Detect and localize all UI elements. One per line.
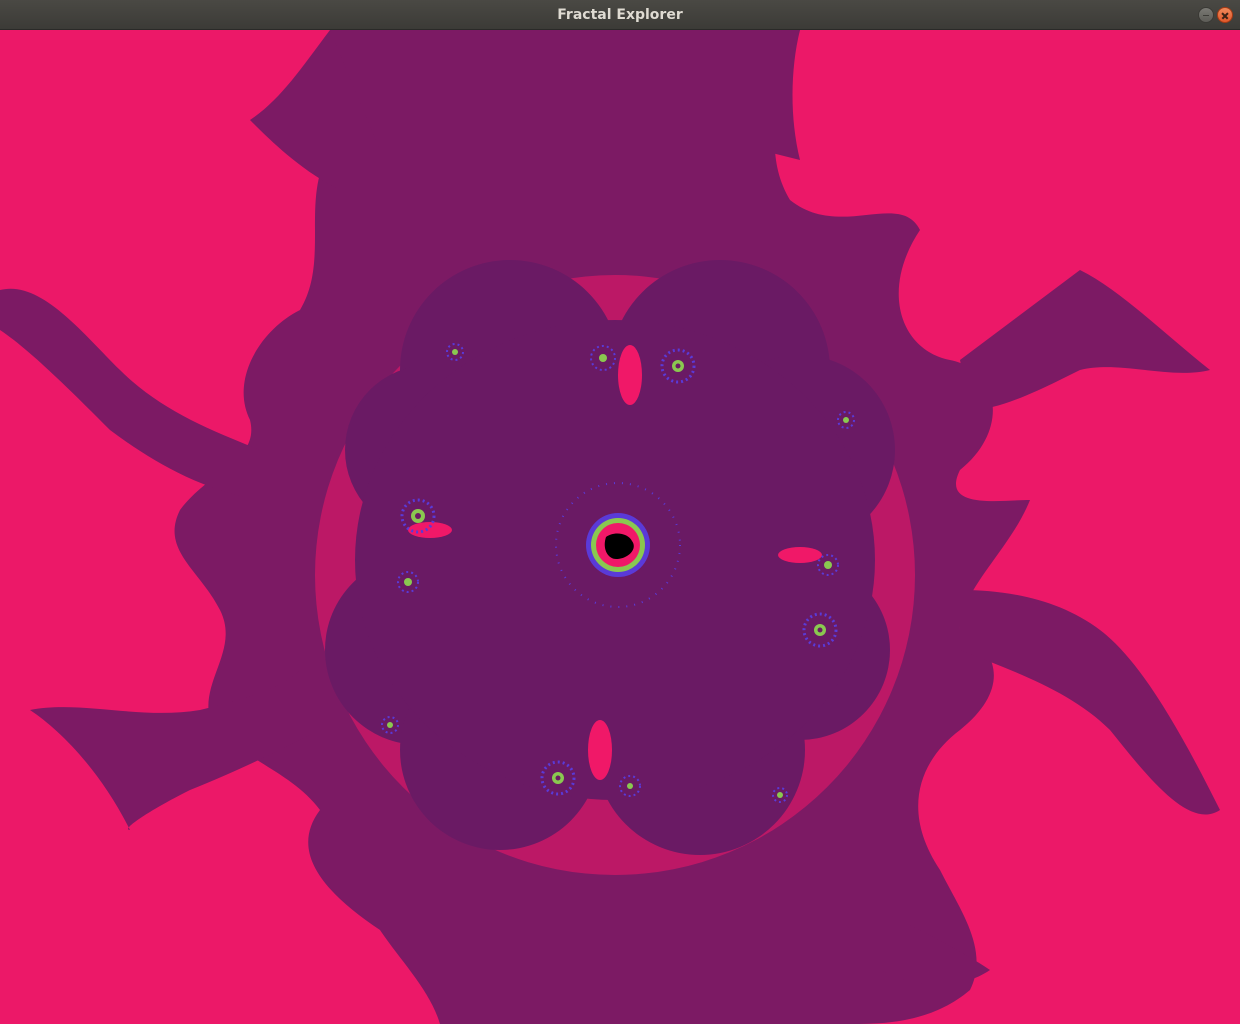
- app-window: Fractal Explorer: [0, 0, 1240, 1024]
- minimize-icon[interactable]: [1198, 7, 1214, 23]
- title-bar[interactable]: Fractal Explorer: [0, 0, 1240, 30]
- fractal-image: [0, 30, 1220, 1024]
- close-icon[interactable]: [1217, 7, 1233, 23]
- fractal-canvas[interactable]: [0, 30, 1240, 1024]
- window-title: Fractal Explorer: [557, 7, 683, 23]
